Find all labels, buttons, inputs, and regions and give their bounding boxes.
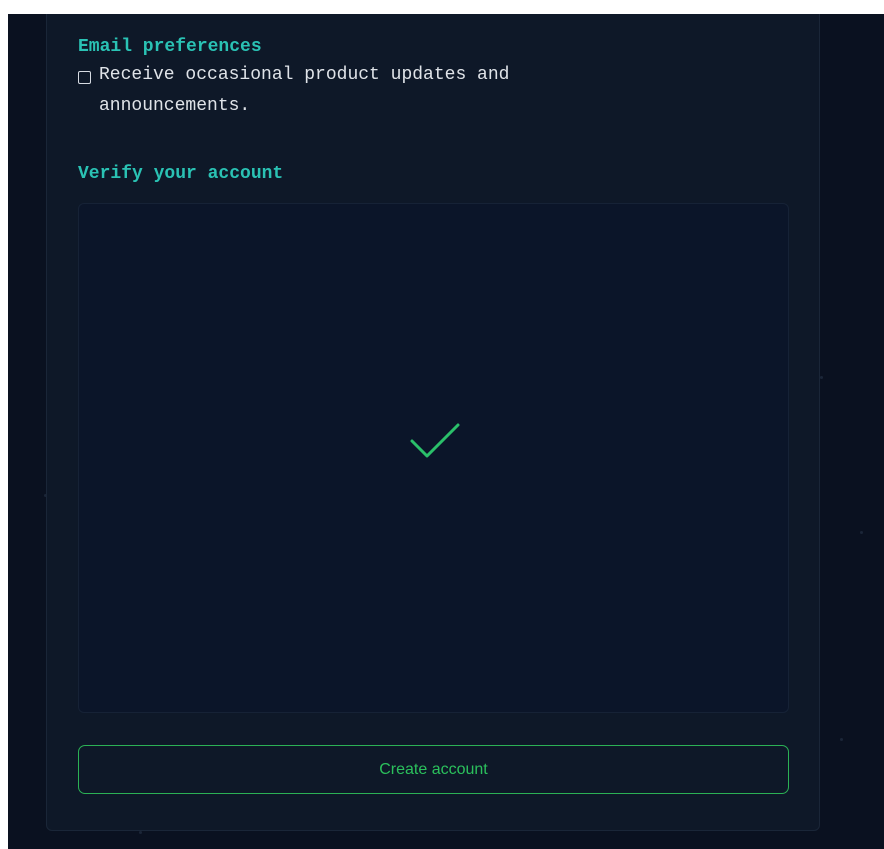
signup-form-panel: Email preferences Receive occasional pro… bbox=[46, 14, 820, 831]
email-preferences-heading: Email preferences bbox=[78, 37, 262, 57]
verify-account-heading: Verify your account bbox=[78, 164, 284, 184]
background-star bbox=[840, 738, 843, 741]
product-updates-option[interactable]: Receive occasional product updates and a… bbox=[78, 65, 638, 122]
background-star bbox=[139, 831, 142, 834]
background-star bbox=[860, 531, 863, 534]
checkmark-stroke bbox=[410, 423, 460, 458]
checkmark-icon bbox=[410, 423, 460, 458]
create-account-button[interactable]: Create account bbox=[78, 745, 789, 794]
product-updates-checkbox[interactable] bbox=[78, 71, 91, 84]
background-star bbox=[820, 376, 823, 379]
verification-widget[interactable] bbox=[78, 203, 789, 713]
product-updates-label: Receive occasional product updates and a… bbox=[99, 65, 510, 116]
page-background: Email preferences Receive occasional pro… bbox=[8, 14, 884, 849]
